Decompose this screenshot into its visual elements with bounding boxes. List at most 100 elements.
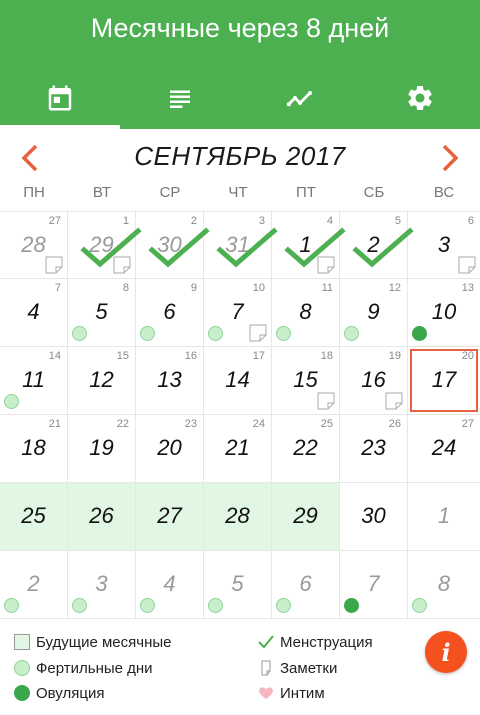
day-cell[interactable]: 6: [272, 551, 340, 619]
month-title: СЕНТЯБРЬ 2017: [134, 141, 346, 171]
day-number: 13: [157, 367, 182, 392]
day-cell[interactable]: 3: [68, 551, 136, 619]
cycle-day-number: 19: [388, 350, 401, 362]
legend-label: Интим: [280, 684, 325, 702]
day-cell[interactable]: 8 11: [272, 279, 340, 347]
day-number: 28: [225, 503, 250, 528]
fertile-dot-icon: [4, 598, 19, 613]
day-number: 6: [299, 571, 312, 596]
day-cell[interactable]: 15 18: [272, 347, 340, 415]
day-number: 2: [27, 571, 40, 596]
weekday-label: ПН: [23, 184, 45, 201]
cycle-day-number: 16: [184, 350, 197, 362]
day-cell[interactable]: 7 10: [204, 279, 272, 347]
day-cell[interactable]: 25: [0, 483, 68, 551]
note-icon: [317, 392, 335, 410]
weekday-label: СБ: [363, 184, 385, 201]
legend-ovulation: Овуляция: [14, 681, 104, 705]
info-button[interactable]: i: [425, 631, 467, 673]
day-cell[interactable]: 11 14: [0, 347, 68, 415]
cycle-day-number: 13: [461, 282, 474, 294]
day-number: 24: [431, 435, 457, 460]
day-cell[interactable]: 8: [408, 551, 480, 619]
day-cell[interactable]: 31 3: [204, 211, 278, 279]
day-number: 31: [225, 232, 250, 257]
day-cell[interactable]: 5: [204, 551, 272, 619]
cycle-day-number: 4: [326, 215, 333, 227]
day-number: 23: [361, 435, 386, 460]
future-period-swatch: [14, 634, 30, 650]
day-cell[interactable]: 14: [272, 211, 346, 279]
day-cell[interactable]: 12 15: [68, 347, 136, 415]
day-cell[interactable]: 21 24: [204, 415, 272, 483]
day-cell[interactable]: 7: [340, 551, 408, 619]
note-icon: [113, 256, 131, 274]
header-title: Месячные через 8 дней: [90, 13, 390, 43]
fertile-dot-icon: [276, 598, 291, 613]
day-cell[interactable]: 20 23: [136, 415, 204, 483]
day-cell[interactable]: 13 16: [136, 347, 204, 415]
day-cell[interactable]: 36: [408, 211, 480, 279]
day-cell[interactable]: 18 21: [0, 415, 68, 483]
day-cell[interactable]: 24 27: [408, 415, 480, 483]
chart-icon: [286, 90, 312, 106]
day-cell[interactable]: 28: [204, 483, 272, 551]
day-number: 30: [361, 503, 386, 528]
day-cell[interactable]: 10 13: [408, 279, 480, 347]
day-cell[interactable]: 29: [272, 483, 340, 551]
day-cell[interactable]: 23 26: [340, 415, 408, 483]
day-cell[interactable]: 27: [136, 483, 204, 551]
weekday-label: ПТ: [296, 184, 316, 201]
day-cell[interactable]: 25: [340, 211, 414, 279]
day-cell[interactable]: 30: [340, 483, 408, 551]
day-cell[interactable]: 14 17: [204, 347, 272, 415]
day-cell[interactable]: 19 22: [68, 415, 136, 483]
day-number: 14: [225, 367, 250, 392]
cycle-day-number: 21: [48, 418, 61, 430]
day-cell[interactable]: 30 2: [136, 211, 210, 279]
tab-chart[interactable]: [240, 66, 360, 129]
fertile-dot-icon: [72, 598, 87, 613]
month-bar: СЕНТЯБРЬ 2017: [0, 135, 480, 181]
day-cell[interactable]: 4: [136, 551, 204, 619]
day-number: 21: [225, 435, 250, 460]
tab-settings[interactable]: [360, 66, 480, 129]
day-cell[interactable]: 26: [68, 483, 136, 551]
ovulation-dot-icon: [412, 326, 427, 341]
day-cell[interactable]: 17 20: [408, 347, 480, 415]
tab-bar: [0, 66, 480, 129]
cycle-day-number: 8: [122, 282, 129, 294]
legend-label: Заметки: [280, 659, 338, 677]
day-number: 5: [231, 571, 244, 596]
legend: Будущие месячные Фертильные дни Овуляция…: [0, 627, 480, 715]
day-number: 27: [157, 503, 182, 528]
day-number: 5: [95, 299, 108, 324]
weekday-header: ПН ВТ СР ЧТ ПТ СБ ВС: [0, 184, 480, 208]
tab-list[interactable]: [120, 66, 240, 129]
day-number: 3: [95, 571, 108, 596]
tab-calendar[interactable]: [0, 66, 120, 129]
day-cell[interactable]: 69: [136, 279, 204, 347]
day-cell[interactable]: 47: [0, 279, 68, 347]
day-number: 22: [293, 435, 318, 460]
cycle-day-number: 7: [54, 282, 61, 294]
day-cell[interactable]: 16 19: [340, 347, 408, 415]
fertile-dot-icon: [140, 598, 155, 613]
day-cell[interactable]: 22 25: [272, 415, 340, 483]
list-icon: [170, 90, 190, 108]
day-cell[interactable]: 9 12: [340, 279, 408, 347]
day-cell[interactable]: 29 1: [68, 211, 142, 279]
chevron-right-icon[interactable]: [432, 141, 466, 175]
weekday-label: ВТ: [92, 184, 112, 201]
note-icon: [261, 660, 271, 676]
info-icon: i: [441, 637, 451, 667]
day-cell[interactable]: 58: [68, 279, 136, 347]
note-icon: [249, 324, 267, 342]
day-cell[interactable]: 1: [408, 483, 480, 551]
day-number: 29: [89, 232, 114, 257]
note-icon: [45, 256, 63, 274]
day-cell[interactable]: 28 27: [0, 211, 68, 279]
day-cell[interactable]: 2: [0, 551, 68, 619]
day-number: 30: [157, 232, 182, 257]
day-number: 20: [157, 435, 182, 460]
